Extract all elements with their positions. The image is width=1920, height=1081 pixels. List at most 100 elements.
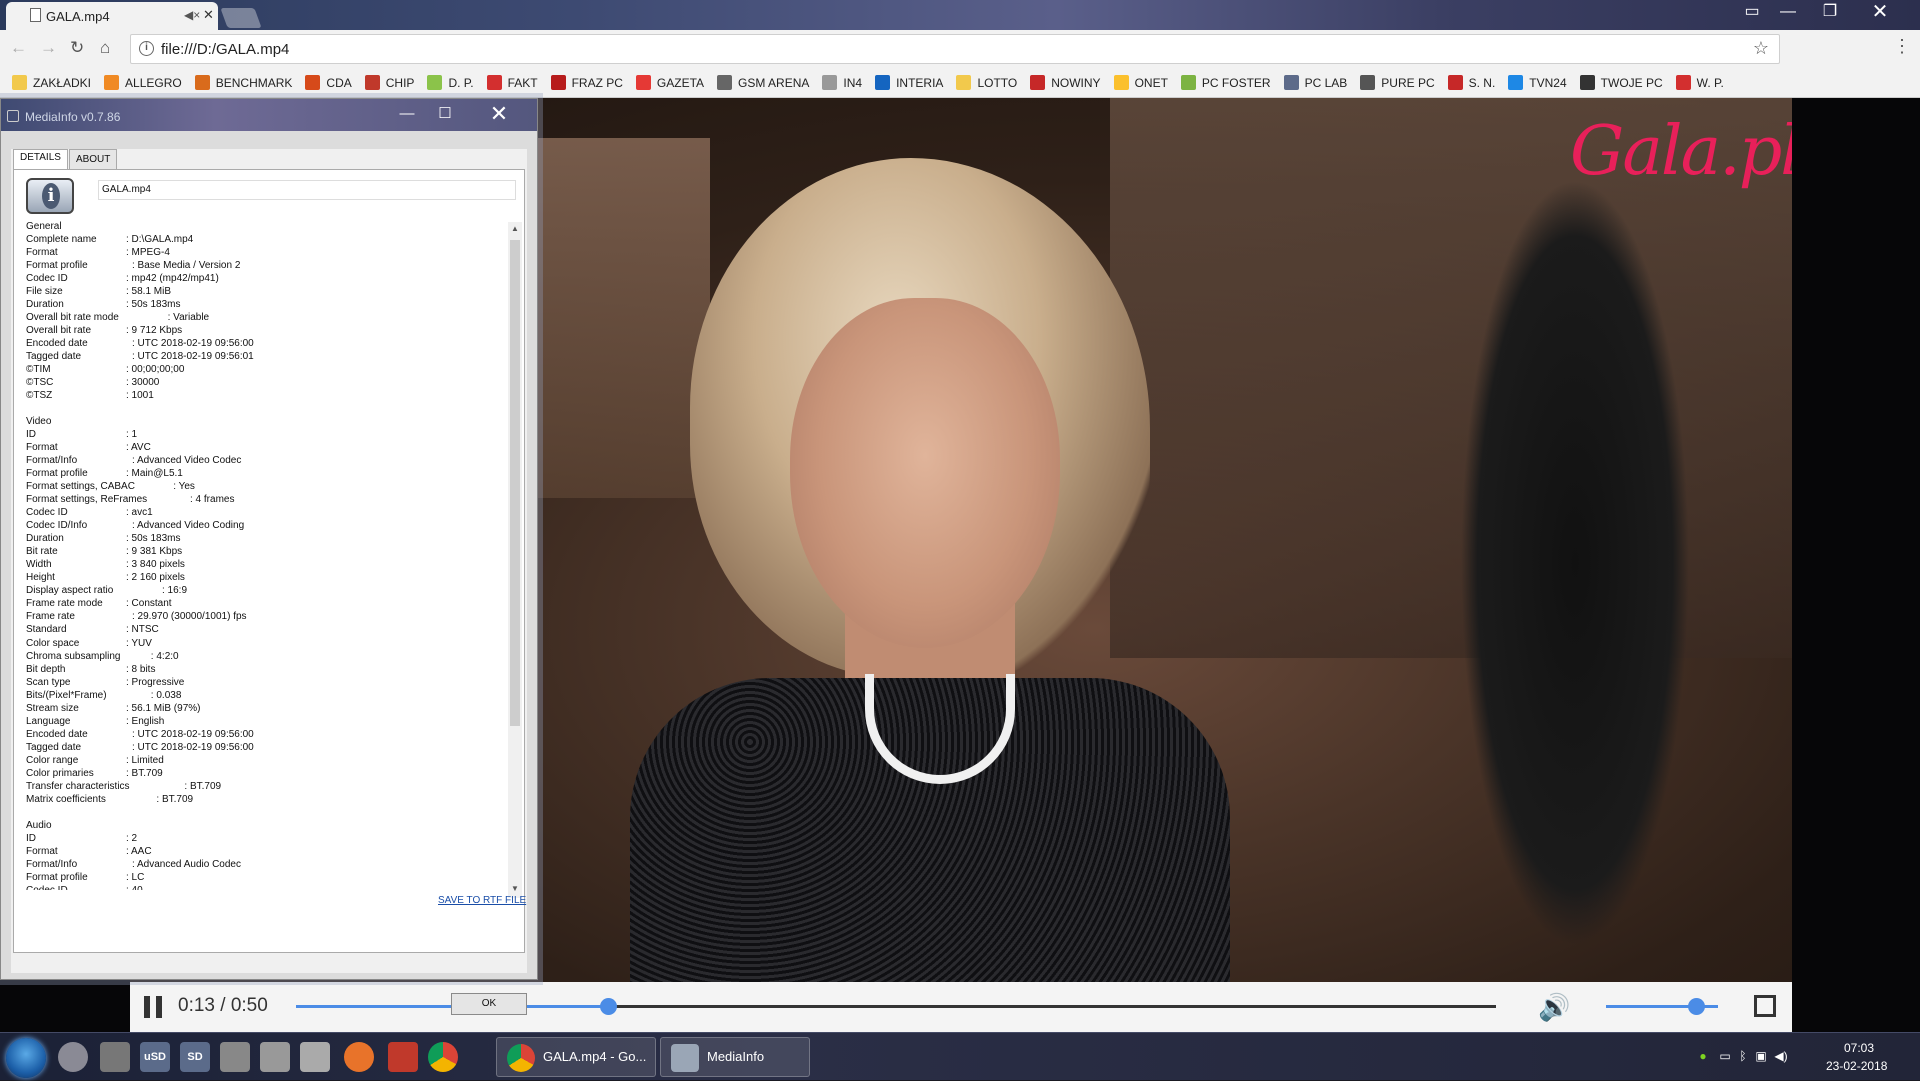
address-bar[interactable]: i file:///D:/GALA.mp4 ☆: [130, 34, 1780, 64]
info-key: Codec ID: [26, 273, 68, 285]
info-key: Format: [26, 442, 58, 454]
bluetooth-icon[interactable]: ᛒ: [1736, 1049, 1750, 1063]
file-icon: [30, 8, 41, 22]
bookmark-item[interactable]: GAZETA: [635, 75, 704, 90]
firefox-icon[interactable]: [344, 1042, 374, 1072]
bookmark-item[interactable]: PC LAB: [1283, 75, 1347, 90]
info-line: Height: 2 160 pixels: [26, 571, 506, 584]
tab-about[interactable]: ABOUT: [68, 149, 118, 169]
bookmark-label: TWOJE PC: [1600, 75, 1663, 90]
scrollbar-thumb[interactable]: [510, 240, 520, 726]
clock-date[interactable]: 23-02-2018: [1826, 1059, 1887, 1073]
browser-tab-gala[interactable]: GALA.mp4 ◀× ✕: [6, 2, 218, 30]
url-text[interactable]: file:///D:/GALA.mp4: [161, 41, 289, 58]
volume-icon[interactable]: ◀): [1774, 1049, 1788, 1063]
ok-button[interactable]: OK: [451, 993, 527, 1015]
start-button[interactable]: [6, 1038, 46, 1078]
close-icon[interactable]: ✕: [203, 7, 214, 23]
info-key: Overall bit rate mode: [26, 312, 119, 324]
bookmark-item[interactable]: W. P.: [1675, 75, 1724, 90]
speaker-icon[interactable]: ◀×: [184, 8, 200, 22]
scroll-down-icon[interactable]: ▼: [511, 884, 519, 893]
seek-thumb[interactable]: [600, 998, 617, 1015]
bookmark-item[interactable]: CDA: [305, 75, 352, 90]
mediainfo-titlebar[interactable]: MediaInfo v0.7.86 — ☐ ✕: [1, 99, 537, 131]
back-arrow-icon[interactable]: ←: [10, 38, 27, 58]
nvidia-icon[interactable]: ●: [1696, 1049, 1710, 1063]
bookmark-item[interactable]: FRAZ PC: [550, 75, 623, 90]
chrome-icon[interactable]: [428, 1042, 458, 1072]
bookmark-item[interactable]: FAKT: [486, 75, 538, 90]
fullscreen-icon[interactable]: [1754, 995, 1776, 1017]
scrollbar[interactable]: ▲ ▼: [508, 222, 522, 898]
minimize-button[interactable]: —: [387, 103, 427, 125]
volume-icon[interactable]: 🔊: [1538, 992, 1570, 1023]
info-line: Color primaries: BT.709: [26, 767, 506, 780]
bookmark-item[interactable]: INTERIA: [875, 75, 943, 90]
bookmark-item[interactable]: ALLEGRO: [104, 75, 182, 90]
home-icon[interactable]: ⌂: [100, 38, 110, 58]
pause-button[interactable]: [144, 996, 164, 1018]
task-chrome-gala[interactable]: GALA.mp4 - Go...: [496, 1037, 656, 1077]
network-icon[interactable]: ▣: [1754, 1049, 1768, 1063]
restore-button[interactable]: ❐: [1808, 0, 1852, 24]
bookmark-item[interactable]: D. P.: [427, 75, 474, 90]
maximize-button[interactable]: ☐: [425, 103, 465, 125]
info-icon[interactable]: i: [139, 41, 154, 56]
new-tab-button[interactable]: [220, 8, 262, 28]
minimize-button[interactable]: —: [1766, 0, 1810, 24]
info-key: Language: [26, 715, 71, 727]
bookmark-star-icon[interactable]: ☆: [1753, 38, 1769, 59]
bookmark-item[interactable]: ONET: [1113, 75, 1168, 90]
bookmark-icon: [486, 75, 502, 90]
bookmark-item[interactable]: GSM ARENA: [717, 75, 809, 90]
bookmark-item[interactable]: PC FOSTER: [1180, 75, 1271, 90]
bookmark-item[interactable]: ZAKŁADKI: [12, 75, 91, 90]
time-display: 0:13 / 0:50: [178, 995, 268, 1016]
filename-field[interactable]: GALA.mp4: [98, 180, 516, 200]
drive-icon[interactable]: [260, 1042, 290, 1072]
drive-icon[interactable]: [220, 1042, 250, 1072]
close-button[interactable]: ✕: [479, 103, 519, 125]
bookmark-item[interactable]: S. N.: [1447, 75, 1495, 90]
forward-arrow-icon[interactable]: →: [40, 38, 57, 58]
save-rtf-link[interactable]: SAVE TO RTF FILE: [438, 895, 526, 906]
tab-details[interactable]: DETAILS: [13, 149, 68, 169]
volume-thumb[interactable]: [1687, 998, 1705, 1015]
action-center-icon[interactable]: ▭: [1718, 1049, 1732, 1063]
info-key: Audio: [26, 819, 52, 831]
bookmark-item[interactable]: LOTTO: [956, 75, 1017, 90]
menu-dots-icon[interactable]: ⋮: [1893, 36, 1911, 57]
info-line: Format: AVC: [26, 441, 506, 454]
usb-drive-icon[interactable]: uSD: [140, 1042, 170, 1072]
info-value: : Main@L5.1: [126, 468, 183, 480]
bookmark-item[interactable]: NOWINY: [1030, 75, 1101, 90]
bookmark-item[interactable]: IN4: [822, 75, 862, 90]
drive-icon[interactable]: [300, 1042, 330, 1072]
sd-card-icon[interactable]: SD: [180, 1042, 210, 1072]
info-line: Format settings, ReFrames: 4 frames: [26, 493, 506, 506]
media-player-icon[interactable]: [58, 1042, 88, 1072]
bookmark-item[interactable]: TVN24: [1508, 75, 1567, 90]
mediainfo-text[interactable]: General Complete name: D:\GALA.mp4 Format:…: [26, 220, 506, 890]
close-window-button[interactable]: ✕: [1858, 0, 1902, 24]
clock-time[interactable]: 07:03: [1844, 1041, 1874, 1055]
bookmark-item[interactable]: TWOJE PC: [1579, 75, 1663, 90]
info-line: [26, 806, 506, 819]
reload-icon[interactable]: ↻: [70, 38, 84, 58]
computer-icon[interactable]: [100, 1042, 130, 1072]
bookmark-icon: [427, 75, 443, 90]
volume-slider[interactable]: [1606, 998, 1718, 1015]
bookmark-item[interactable]: CHIP: [364, 75, 414, 90]
info-line: ©TSC: 30000: [26, 376, 506, 389]
bookmark-item[interactable]: BENCHMARK: [194, 75, 292, 90]
scroll-up-icon[interactable]: ▲: [511, 224, 519, 233]
info-line: Encoded date: UTC 2018-02-19 09:56:00: [26, 728, 506, 741]
bookmark-icon: [635, 75, 651, 90]
task-mediainfo[interactable]: MediaInfo: [660, 1037, 810, 1077]
info-line: [26, 402, 506, 415]
info-key: Tagged date: [26, 741, 82, 753]
app-icon[interactable]: [388, 1042, 418, 1072]
info-key: General: [26, 221, 62, 232]
bookmark-item[interactable]: PURE PC: [1360, 75, 1435, 90]
